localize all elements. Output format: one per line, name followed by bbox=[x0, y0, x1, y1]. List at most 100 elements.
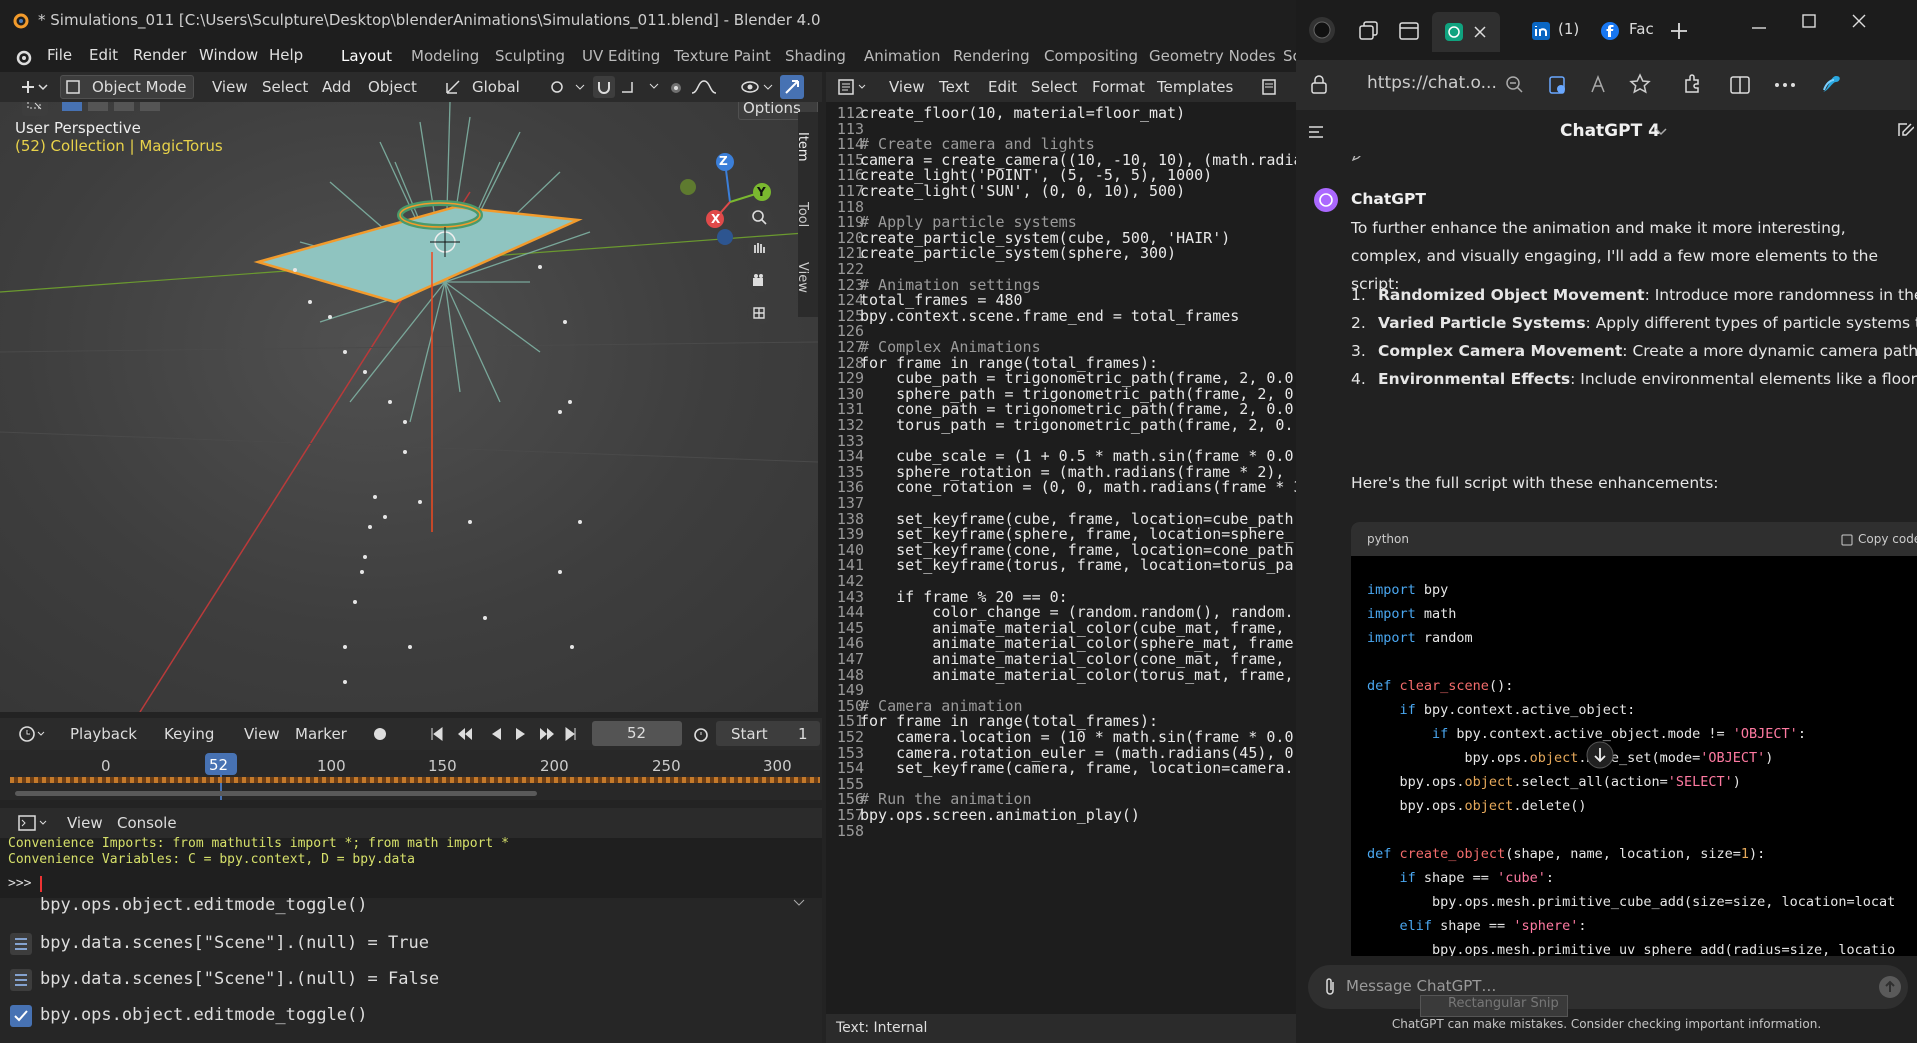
sidebar-menu-icon[interactable] bbox=[1308, 125, 1324, 139]
text-menu-edit[interactable]: Edit bbox=[988, 78, 1017, 96]
menu-edit[interactable]: Edit bbox=[89, 46, 118, 64]
visibility-icon[interactable] bbox=[740, 78, 776, 96]
menu-file[interactable]: File bbox=[47, 46, 72, 64]
text-menu-select[interactable]: Select bbox=[1031, 78, 1077, 96]
extensions-icon[interactable] bbox=[1682, 73, 1704, 95]
console-editor-icon[interactable] bbox=[18, 814, 50, 832]
viewport-menu-view[interactable]: View bbox=[212, 78, 248, 96]
blender-menu-icon[interactable] bbox=[14, 48, 34, 66]
stopwatch-icon[interactable] bbox=[692, 725, 710, 743]
tab-item[interactable]: Item bbox=[795, 132, 810, 162]
text-menu-view[interactable]: View bbox=[889, 78, 925, 96]
favorite-star-icon[interactable] bbox=[1629, 73, 1651, 95]
pan-hand-icon[interactable] bbox=[746, 236, 772, 262]
selection-modes-icon[interactable] bbox=[60, 102, 176, 114]
scroll-down-icon[interactable] bbox=[1586, 741, 1614, 769]
lock-icon[interactable] bbox=[1310, 75, 1328, 95]
text-editor-icon[interactable] bbox=[838, 78, 870, 96]
profile-avatar-icon[interactable] bbox=[1308, 16, 1336, 44]
menu-window[interactable]: Window bbox=[199, 46, 258, 64]
text-menu-templates[interactable]: Templates bbox=[1157, 78, 1233, 96]
app-available-icon[interactable] bbox=[1547, 74, 1569, 96]
tab-shading[interactable]: Shading bbox=[785, 47, 846, 65]
text-datablock-icon[interactable] bbox=[1262, 79, 1292, 95]
tab-sculpting[interactable]: Sculpting bbox=[495, 47, 565, 65]
proportional-edit-icon[interactable] bbox=[668, 80, 684, 96]
console-menu-console[interactable]: Console bbox=[117, 814, 177, 832]
tab-animation[interactable]: Animation bbox=[864, 47, 940, 65]
close-tab-icon[interactable] bbox=[1474, 26, 1486, 38]
tab-uv-editing[interactable]: UV Editing bbox=[582, 47, 660, 65]
tab-view[interactable]: View bbox=[795, 262, 810, 293]
close-window-icon[interactable] bbox=[1852, 14, 1866, 28]
falloff-icon[interactable] bbox=[690, 79, 730, 95]
copilot-icon[interactable] bbox=[1816, 70, 1844, 98]
perspective-toggle-icon[interactable] bbox=[746, 300, 772, 326]
timeline[interactable]: 0 52 100 150 200 250 300 bbox=[0, 750, 822, 800]
3d-viewport[interactable]: User Perspective (52) Collection | Magic… bbox=[0, 102, 818, 712]
editor-type-icon[interactable] bbox=[20, 79, 48, 95]
viewport-menu-select[interactable]: Select bbox=[262, 78, 308, 96]
tab-tool[interactable]: Tool bbox=[795, 202, 810, 227]
tab-layout[interactable]: Layout bbox=[341, 47, 392, 65]
chevron-down-icon[interactable] bbox=[792, 898, 806, 908]
send-icon[interactable] bbox=[1878, 975, 1902, 999]
timeline-menu-marker[interactable]: Marker bbox=[295, 725, 347, 743]
copy-code-button[interactable]: Copy code bbox=[1858, 532, 1917, 546]
clipboard-icon[interactable] bbox=[1841, 533, 1853, 546]
new-chat-icon[interactable] bbox=[1896, 121, 1914, 139]
chevron-down-icon[interactable] bbox=[1655, 128, 1667, 136]
tab-geometry-nodes[interactable]: Geometry Nodes bbox=[1149, 47, 1276, 65]
attach-paperclip-icon[interactable] bbox=[1322, 977, 1338, 997]
message-input[interactable]: Message ChatGPT… bbox=[1346, 977, 1496, 995]
log-row[interactable]: bpy.data.scenes["Scene"].(null) = False bbox=[0, 962, 810, 998]
minimize-icon[interactable] bbox=[1752, 26, 1766, 30]
maximize-icon[interactable] bbox=[1802, 14, 1816, 28]
timeline-menu-playback[interactable]: Playback bbox=[70, 725, 137, 743]
linkedin-favicon-icon[interactable] bbox=[1532, 22, 1550, 40]
chat-model-title[interactable]: ChatGPT 4 bbox=[1560, 121, 1660, 141]
collections-icon[interactable] bbox=[1358, 20, 1380, 42]
pivot-icon[interactable] bbox=[548, 79, 588, 95]
zoom-icon[interactable] bbox=[746, 204, 772, 230]
more-options-icon[interactable] bbox=[1774, 82, 1796, 88]
tab-modeling[interactable]: Modeling bbox=[411, 47, 479, 65]
log-row[interactable]: bpy.data.scenes["Scene"].(null) = True bbox=[0, 926, 810, 962]
read-aloud-icon[interactable] bbox=[1589, 74, 1611, 96]
timeline-menu-keying[interactable]: Keying bbox=[164, 725, 214, 743]
edit-pencil-icon[interactable] bbox=[1351, 156, 1365, 162]
console-menu-view[interactable]: View bbox=[67, 814, 103, 832]
code-editor[interactable]: 112 create_floor(10, material=floor_mat) 1… bbox=[826, 102, 1296, 1014]
message-input-box[interactable]: Message ChatGPT… Rectangular Snip bbox=[1308, 965, 1908, 1017]
viewport-menu-object[interactable]: Object bbox=[368, 78, 417, 96]
tab-chatgpt[interactable] bbox=[1432, 12, 1500, 52]
timeline-scrollbar[interactable] bbox=[15, 791, 537, 796]
transform-orientation[interactable]: Global bbox=[472, 78, 520, 96]
record-icon[interactable] bbox=[372, 726, 402, 742]
tab-texture-paint[interactable]: Texture Paint bbox=[674, 47, 771, 65]
tab-rendering[interactable]: Rendering bbox=[953, 47, 1030, 65]
menu-help[interactable]: Help bbox=[269, 46, 303, 64]
text-menu-format[interactable]: Format bbox=[1092, 78, 1145, 96]
text-menu-text[interactable]: Text bbox=[939, 78, 969, 96]
log-row[interactable]: bpy.ops.object.editmode_toggle() bbox=[0, 888, 810, 924]
facebook-favicon-icon[interactable] bbox=[1600, 21, 1620, 41]
navigation-gizmo[interactable] bbox=[670, 147, 790, 257]
message-sender: ChatGPT bbox=[1351, 190, 1426, 208]
playback-controls-icon[interactable] bbox=[428, 724, 578, 744]
viewport-menu-add[interactable]: Add bbox=[322, 78, 351, 96]
camera-view-icon[interactable] bbox=[746, 268, 772, 294]
log-row[interactable]: bpy.ops.object.editmode_toggle() bbox=[0, 998, 810, 1034]
url-text[interactable]: https://chat.o... bbox=[1367, 73, 1497, 93]
linkedin-tab-count[interactable]: (1) bbox=[1558, 20, 1579, 38]
tab-compositing[interactable]: Compositing bbox=[1044, 47, 1138, 65]
snap-target-icon[interactable] bbox=[620, 80, 660, 94]
tab-actions-icon[interactable] bbox=[1398, 20, 1420, 42]
facebook-tab-label[interactable]: Fac bbox=[1629, 20, 1654, 38]
new-tab-icon[interactable] bbox=[1670, 22, 1688, 40]
menu-render[interactable]: Render bbox=[133, 46, 186, 64]
zoom-out-icon[interactable] bbox=[1504, 74, 1526, 96]
timeline-menu-view[interactable]: View bbox=[244, 725, 280, 743]
clock-editor-icon[interactable] bbox=[18, 725, 46, 743]
split-screen-icon[interactable] bbox=[1729, 74, 1751, 96]
